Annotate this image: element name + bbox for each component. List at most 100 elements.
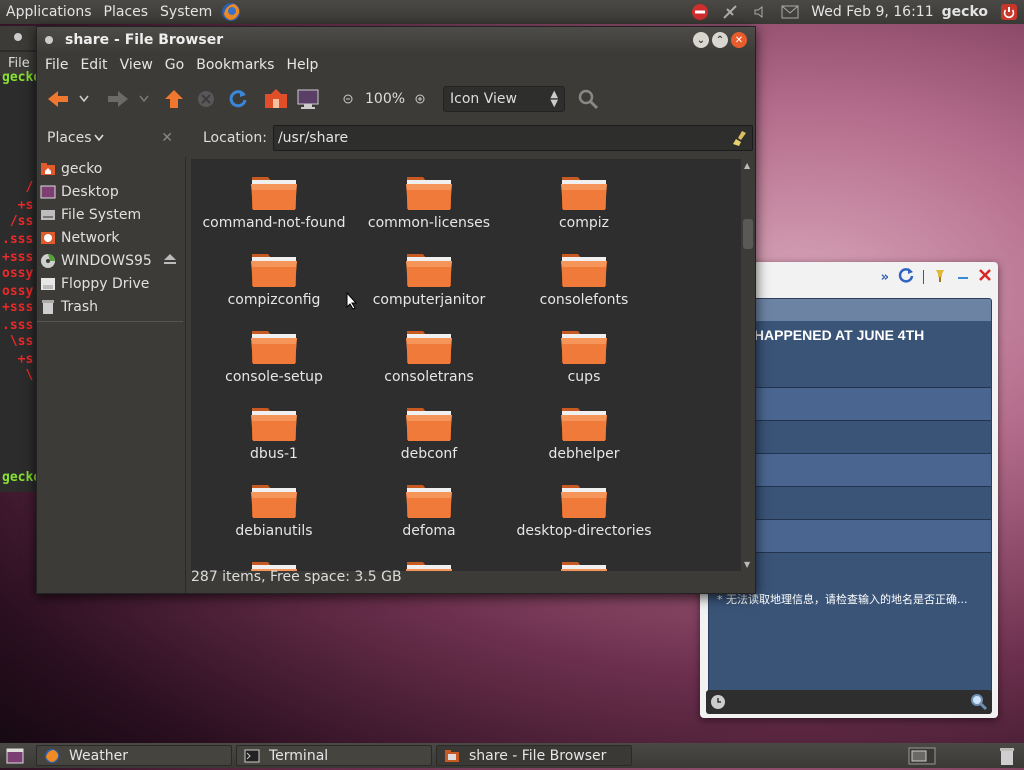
vertical-scrollbar[interactable]: ▲ ▼ xyxy=(741,159,755,571)
search-icon[interactable] xyxy=(970,693,988,715)
system-menu[interactable]: System xyxy=(154,0,218,24)
taskbar-button-weather[interactable]: Weather xyxy=(36,745,232,766)
taskbar-label: Weather xyxy=(69,747,128,764)
do-not-disturb-icon[interactable] xyxy=(689,3,711,21)
folder-label: dbus-1 xyxy=(250,446,298,462)
folder-icon xyxy=(560,327,608,365)
applications-menu[interactable]: Applications xyxy=(0,0,98,24)
close-icon[interactable] xyxy=(978,268,992,286)
username[interactable]: gecko xyxy=(942,4,988,20)
folder-label: debhelper xyxy=(548,446,620,462)
folder-item[interactable]: consoletrans xyxy=(354,327,504,385)
scroll-up-icon[interactable]: ▲ xyxy=(744,161,750,170)
volume-icon[interactable] xyxy=(749,3,771,21)
folder-label: consoletrans xyxy=(384,369,474,385)
places-sidebar: gecko Desktop File System Network WINDOWS95 F… xyxy=(37,157,186,593)
scroll-down-icon[interactable]: ▼ xyxy=(744,560,750,569)
folder-item[interactable]: consolefonts xyxy=(509,250,659,308)
folder-item[interactable]: computerjanitor xyxy=(354,250,504,308)
mail-icon[interactable] xyxy=(779,3,801,21)
sidebar-item-windows95[interactable]: WINDOWS95 xyxy=(37,249,185,272)
weather-search-bar[interactable] xyxy=(706,690,992,714)
more-icon[interactable]: » xyxy=(881,270,889,285)
pin-icon[interactable] xyxy=(932,267,948,287)
network-disconnected-icon[interactable] xyxy=(719,3,741,21)
window-menu-icon[interactable] xyxy=(14,33,22,41)
refresh-icon[interactable] xyxy=(897,266,915,288)
scrollbar-thumb[interactable] xyxy=(743,219,753,249)
back-arrow-icon[interactable] xyxy=(43,84,73,114)
file-browser-titlebar[interactable]: share - File Browser ⌄ ⌃ ✕ xyxy=(37,27,755,53)
forward-arrow-icon[interactable] xyxy=(103,84,133,114)
search-icon[interactable] xyxy=(573,84,603,114)
folder-item[interactable]: debianutils xyxy=(199,481,349,539)
menu-file[interactable]: File xyxy=(39,57,74,73)
sidebar-item-desktop[interactable]: Desktop xyxy=(37,180,185,203)
folder-item[interactable]: console-setup xyxy=(199,327,349,385)
zoom-level[interactable]: 100% xyxy=(365,91,405,107)
show-desktop-icon[interactable] xyxy=(4,747,26,765)
maximize-button[interactable]: ⌃ xyxy=(712,32,728,48)
taskbar-button-share-file-browser[interactable]: share - File Browser xyxy=(436,745,632,766)
sidebar-item-label: File System xyxy=(61,206,142,223)
minimize-icon[interactable] xyxy=(956,268,970,286)
firefox-launcher-icon[interactable] xyxy=(220,1,242,23)
location-input[interactable]: /usr/share xyxy=(272,125,753,151)
close-button[interactable]: ✕ xyxy=(731,32,747,48)
stop-icon[interactable] xyxy=(191,84,221,114)
folder-item[interactable]: dbus-1 xyxy=(199,404,349,462)
icon-view-pane[interactable]: command-not-found common-licenses compiz co… xyxy=(191,159,741,571)
sidebar-item-network[interactable]: Network xyxy=(37,226,185,249)
power-icon[interactable] xyxy=(998,3,1020,21)
close-sidebar-icon[interactable]: ✕ xyxy=(161,130,173,146)
clear-brush-icon[interactable] xyxy=(732,129,748,151)
folder-item[interactable]: debhelper xyxy=(509,404,659,462)
trash-applet-icon[interactable] xyxy=(998,746,1020,766)
file-browser-window[interactable]: share - File Browser ⌄ ⌃ ✕ File Edit Vie… xyxy=(36,26,756,594)
menu-view[interactable]: View xyxy=(114,57,159,73)
folder-item[interactable]: compiz xyxy=(509,173,659,231)
forward-history-chevron-icon[interactable] xyxy=(135,84,153,114)
sidebar-item-file-system[interactable]: File System xyxy=(37,203,185,226)
terminal-line: +sss xyxy=(2,250,34,265)
folder-item[interactable]: compizconfig xyxy=(199,250,349,308)
up-arrow-icon[interactable] xyxy=(159,84,189,114)
menu-bookmarks[interactable]: Bookmarks xyxy=(190,57,280,73)
clock-icon[interactable] xyxy=(710,694,726,714)
folder-item[interactable]: command-not-found xyxy=(199,173,349,231)
sidebar-item-floppy-drive[interactable]: Floppy Drive xyxy=(37,272,185,295)
folder-item[interactable]: defoma xyxy=(354,481,504,539)
folder-item[interactable]: debconf xyxy=(354,404,504,462)
view-mode-select[interactable]: Icon View ▲ ▼ xyxy=(443,86,566,112)
folder-item[interactable]: desktop-directories xyxy=(509,481,659,539)
floppy-icon xyxy=(39,276,57,292)
zoom-out-icon[interactable] xyxy=(339,84,357,114)
computer-icon[interactable] xyxy=(293,84,323,114)
folder-item[interactable]: cups xyxy=(509,327,659,385)
menu-go[interactable]: Go xyxy=(159,57,190,73)
workspace-switcher-icon[interactable] xyxy=(908,746,938,766)
menu-edit[interactable]: Edit xyxy=(74,57,113,73)
sidebar-item-gecko[interactable]: gecko xyxy=(37,157,185,180)
folder-item[interactable]: common-licenses xyxy=(354,173,504,231)
home-icon[interactable] xyxy=(261,84,291,114)
sidebar-item-trash[interactable]: Trash xyxy=(37,295,185,318)
folder-icon xyxy=(405,250,453,288)
folder-icon xyxy=(250,404,298,442)
taskbar-button-terminal[interactable]: Terminal xyxy=(236,745,432,766)
menu-help[interactable]: Help xyxy=(280,57,324,73)
terminal-line: /ss xyxy=(2,214,34,229)
eject-icon[interactable] xyxy=(163,253,177,269)
clock[interactable]: Wed Feb 9, 16:11 xyxy=(811,4,933,20)
places-menu[interactable]: Places xyxy=(98,0,155,24)
places-selector[interactable]: Places ✕ xyxy=(37,130,185,146)
window-menu-icon[interactable] xyxy=(45,36,53,44)
toolbar: 100% Icon View ▲ ▼ xyxy=(37,77,755,121)
reload-icon[interactable] xyxy=(223,84,253,114)
folder-item-partial[interactable] xyxy=(509,558,659,571)
minimize-button[interactable]: ⌄ xyxy=(693,32,709,48)
location-bar: Places ✕ Location: /usr/share xyxy=(37,121,755,155)
back-history-chevron-icon[interactable] xyxy=(75,84,93,114)
folder-icon xyxy=(560,481,608,519)
zoom-in-icon[interactable] xyxy=(411,84,429,114)
